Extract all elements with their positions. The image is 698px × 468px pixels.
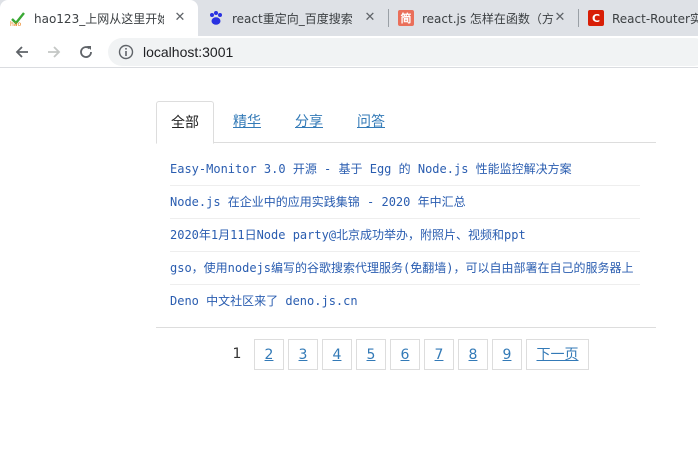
- browser-tab-title: react重定向_百度搜索: [232, 11, 353, 26]
- page-link-9[interactable]: 9: [492, 339, 522, 370]
- page-link-8[interactable]: 8: [458, 339, 488, 370]
- browser-tab-jianshu[interactable]: 简 react.js 怎样在函数（方 ✕: [388, 0, 578, 36]
- page-link-7[interactable]: 7: [424, 339, 454, 370]
- info-icon[interactable]: [118, 44, 134, 60]
- topic-tabs: 全部 精华 分享 问答: [156, 101, 656, 144]
- tab-all[interactable]: 全部: [156, 101, 214, 144]
- page-link-2[interactable]: 2: [254, 339, 284, 370]
- browser-tab-csdn[interactable]: C React-Router实: [578, 0, 698, 36]
- topic-link[interactable]: Node.js 在企业中的应用实践集锦 - 2020 年中汇总: [170, 193, 466, 210]
- reload-icon: [80, 46, 92, 58]
- address-bar[interactable]: localhost:3001: [108, 38, 698, 66]
- back-button[interactable]: [10, 40, 34, 64]
- browser-toolbar: localhost:3001: [0, 36, 698, 68]
- jianshu-icon: 简: [398, 10, 414, 26]
- browser-tab-strip: hao hao123_上网从这里开始 ✕ react重定向_百度搜索 ✕ 简 r…: [0, 0, 698, 36]
- tab-ask[interactable]: 问答: [342, 101, 400, 143]
- page-link-3[interactable]: 3: [288, 339, 318, 370]
- hao123-icon: hao: [10, 10, 26, 26]
- baidu-paw-icon: [208, 10, 224, 26]
- browser-tab-title: hao123_上网从这里开始: [34, 11, 164, 26]
- topic-link[interactable]: Easy-Monitor 3.0 开源 - 基于 Egg 的 Node.js 性…: [170, 160, 572, 177]
- list-item: Deno 中文社区来了 deno.js.cn: [170, 285, 640, 318]
- csdn-icon: C: [588, 10, 604, 26]
- browser-tab-baidu[interactable]: react重定向_百度搜索 ✕: [198, 0, 388, 36]
- list-item: Easy-Monitor 3.0 开源 - 基于 Egg 的 Node.js 性…: [170, 153, 640, 186]
- browser-tab-hao123[interactable]: hao hao123_上网从这里开始 ✕: [0, 0, 198, 36]
- arrow-left-icon: [15, 46, 28, 58]
- page-link-4[interactable]: 4: [322, 339, 352, 370]
- topic-list: Easy-Monitor 3.0 开源 - 基于 Egg 的 Node.js 性…: [170, 153, 640, 318]
- browser-tab-title: React-Router实: [612, 11, 698, 26]
- url-text[interactable]: localhost:3001: [143, 44, 233, 60]
- list-item: gso，使用nodejs编写的谷歌搜索代理服务(免翻墙)，可以自由部署在自己的服…: [170, 252, 640, 285]
- topic-link[interactable]: 2020年1月11日Node party@北京成功举办，附照片、视频和ppt: [170, 226, 526, 243]
- browser-tab-title: react.js 怎样在函数（方: [422, 11, 554, 26]
- page-link-6[interactable]: 6: [390, 339, 420, 370]
- page-link-5[interactable]: 5: [356, 339, 386, 370]
- list-item: Node.js 在企业中的应用实践集锦 - 2020 年中汇总: [170, 186, 640, 219]
- close-icon[interactable]: ✕: [172, 10, 188, 26]
- tab-share[interactable]: 分享: [280, 101, 338, 143]
- svg-text:hao: hao: [10, 21, 21, 26]
- page-current: 1: [225, 339, 249, 370]
- tab-good[interactable]: 精华: [218, 101, 276, 143]
- list-item: 2020年1月11日Node party@北京成功举办，附照片、视频和ppt: [170, 219, 640, 252]
- forward-button[interactable]: [42, 40, 66, 64]
- next-page-button[interactable]: 下一页: [526, 339, 589, 370]
- reload-button[interactable]: [74, 40, 98, 64]
- topic-link[interactable]: gso，使用nodejs编写的谷歌搜索代理服务(免翻墙)，可以自由部署在自己的服…: [170, 259, 633, 276]
- content-divider: [156, 327, 656, 328]
- close-icon[interactable]: ✕: [552, 10, 568, 26]
- topic-link[interactable]: Deno 中文社区来了 deno.js.cn: [170, 292, 358, 309]
- arrow-right-icon: [48, 46, 61, 58]
- close-icon[interactable]: ✕: [362, 10, 378, 26]
